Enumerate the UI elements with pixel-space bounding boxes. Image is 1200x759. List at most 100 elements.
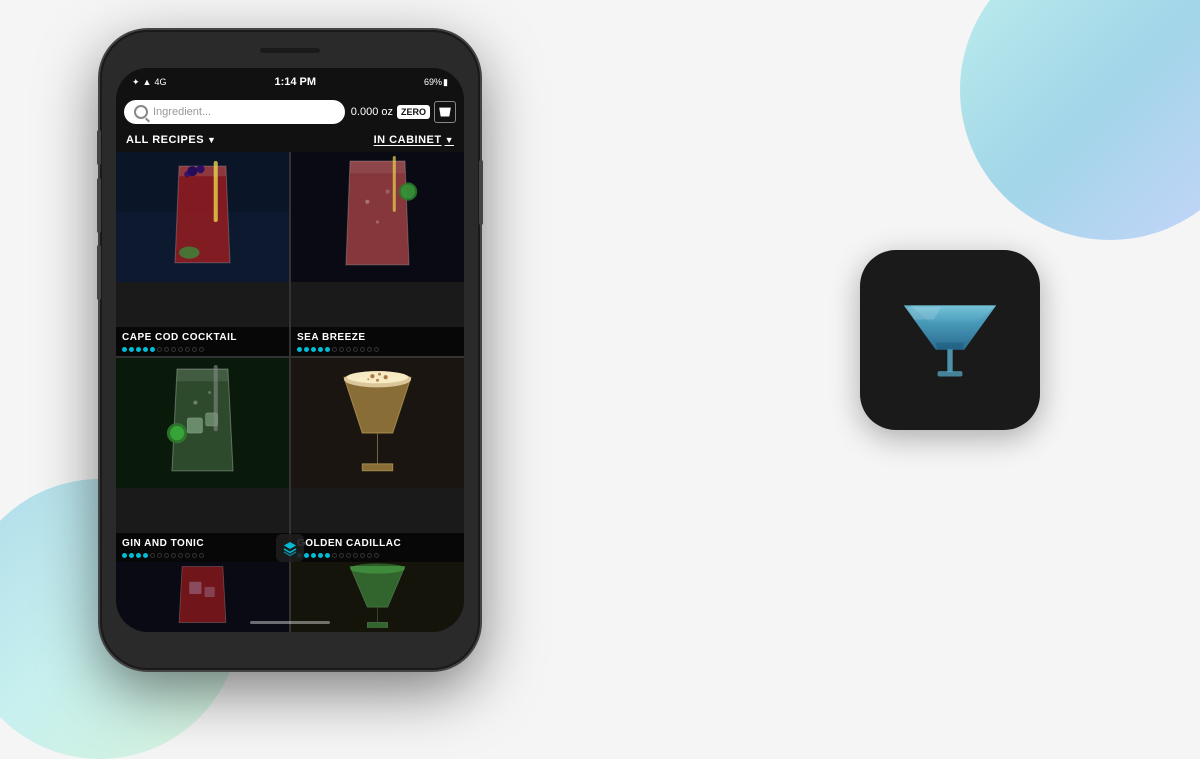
- dot: [318, 347, 323, 352]
- dot: [311, 347, 316, 352]
- measurement-area: 0.000 oz ZERO: [351, 101, 456, 123]
- dot: [150, 347, 155, 352]
- dot: [178, 347, 183, 352]
- gin-tonic-label: GIN AND TONIC: [116, 533, 289, 562]
- cape-cod-dots: [122, 347, 283, 352]
- dot: [374, 347, 379, 352]
- dot: [129, 553, 134, 558]
- phone-screen: ✦ ▲ 4G 1:14 PM 69% ▮ Ingredient...: [116, 68, 464, 632]
- dot: [353, 347, 358, 352]
- search-icon: [134, 105, 148, 119]
- gin-tonic-image: [116, 358, 289, 488]
- layers-icon-overlay[interactable]: [276, 534, 304, 562]
- golden-cadillac-image: [291, 358, 464, 488]
- sea-breeze-image: [291, 152, 464, 282]
- dot: [157, 347, 162, 352]
- phone-volume-up-button: [97, 178, 101, 233]
- battery-percent: 69%: [424, 77, 442, 87]
- cup-icon[interactable]: [434, 101, 456, 123]
- dot: [150, 553, 155, 558]
- status-bar: ✦ ▲ 4G 1:14 PM 69% ▮: [116, 68, 464, 94]
- dot: [304, 553, 309, 558]
- dot: [122, 347, 127, 352]
- phone-mockup: ✦ ▲ 4G 1:14 PM 69% ▮ Ingredient...: [100, 30, 480, 670]
- dot: [171, 553, 176, 558]
- in-cabinet-filter[interactable]: IN CABINET ▼: [374, 134, 454, 146]
- all-recipes-filter[interactable]: ALL RECIPES ▼: [126, 134, 216, 146]
- dot: [199, 347, 204, 352]
- filter-bar: ALL RECIPES ▼ IN CABINET ▼: [116, 130, 464, 152]
- dot: [318, 553, 323, 558]
- cape-cod-label: CAPE COD COCKTAIL: [116, 327, 289, 356]
- dot: [192, 553, 197, 558]
- dot: [129, 347, 134, 352]
- sea-breeze-label: SEA BREEZE: [291, 327, 464, 356]
- zero-button[interactable]: ZERO: [397, 105, 430, 119]
- recipe-card-gin-tonic[interactable]: GIN AND TONIC: [116, 358, 289, 562]
- measurement-value: 0.000 oz: [351, 106, 393, 118]
- golden-cadillac-dots: [297, 553, 458, 558]
- gin-tonic-dots: [122, 553, 283, 558]
- in-cabinet-dropdown-arrow: ▼: [445, 135, 454, 145]
- dot: [332, 553, 337, 558]
- phone-shell: ✦ ▲ 4G 1:14 PM 69% ▮ Ingredient...: [100, 30, 480, 670]
- battery-icon-symbol: ▮: [443, 77, 448, 88]
- cape-cod-name: CAPE COD COCKTAIL: [122, 332, 283, 344]
- cape-cod-image: [116, 152, 289, 282]
- dot: [311, 553, 316, 558]
- dot: [122, 553, 127, 558]
- phone-power-button: [479, 160, 483, 225]
- sea-breeze-name: SEA BREEZE: [297, 332, 458, 344]
- dot: [353, 553, 358, 558]
- dot: [178, 553, 183, 558]
- phone-volume-down-button: [97, 245, 101, 300]
- recipe-card-cape-cod[interactable]: CAPE COD COCKTAIL: [116, 152, 289, 356]
- dot: [346, 347, 351, 352]
- app-icon-wrapper: [860, 250, 1040, 430]
- signal-icon: ▲: [143, 77, 152, 87]
- dot: [304, 347, 309, 352]
- dot: [136, 553, 141, 558]
- all-recipes-label: ALL RECIPES: [126, 134, 204, 146]
- dot: [325, 553, 330, 558]
- dot: [143, 553, 148, 558]
- dot: [185, 553, 190, 558]
- dot: [199, 553, 204, 558]
- dot: [157, 553, 162, 558]
- dot: [185, 347, 190, 352]
- dot: [339, 553, 344, 558]
- dot: [171, 347, 176, 352]
- status-left-icons: ✦ ▲ 4G: [132, 77, 166, 88]
- golden-cadillac-name: GOLDEN CADILLAC: [297, 538, 458, 550]
- bg-decoration-top-right: [960, 0, 1200, 240]
- dot: [367, 347, 372, 352]
- app-header: Ingredient... 0.000 oz ZERO: [116, 94, 464, 130]
- dot: [360, 347, 365, 352]
- bluetooth-icon: ✦: [132, 77, 140, 88]
- dot: [367, 553, 372, 558]
- dot: [143, 347, 148, 352]
- gin-tonic-name: GIN AND TONIC: [122, 538, 283, 550]
- layers-icon[interactable]: [276, 534, 304, 562]
- dot: [297, 347, 302, 352]
- dot: [164, 347, 169, 352]
- dot: [339, 347, 344, 352]
- phone-mute-button: [97, 130, 101, 165]
- sea-breeze-dots: [297, 347, 458, 352]
- search-box[interactable]: Ingredient...: [124, 100, 345, 124]
- recipe-card-sea-breeze[interactable]: SEA BREEZE: [291, 152, 464, 356]
- dot: [325, 347, 330, 352]
- all-recipes-dropdown-arrow: ▼: [207, 135, 216, 145]
- status-time: 1:14 PM: [274, 76, 316, 88]
- recipe-card-golden-cadillac[interactable]: GOLDEN CADILLAC: [291, 358, 464, 562]
- recipe-grid: CAPE COD COCKTAIL: [116, 152, 464, 562]
- dot: [360, 553, 365, 558]
- phone-speaker: [260, 48, 320, 53]
- app-icon: [860, 250, 1040, 430]
- dot: [192, 347, 197, 352]
- golden-cadillac-label: GOLDEN CADILLAC: [291, 533, 464, 562]
- search-placeholder: Ingredient...: [153, 106, 211, 118]
- dot: [346, 553, 351, 558]
- dot: [374, 553, 379, 558]
- app-icon-svg: [895, 300, 1005, 380]
